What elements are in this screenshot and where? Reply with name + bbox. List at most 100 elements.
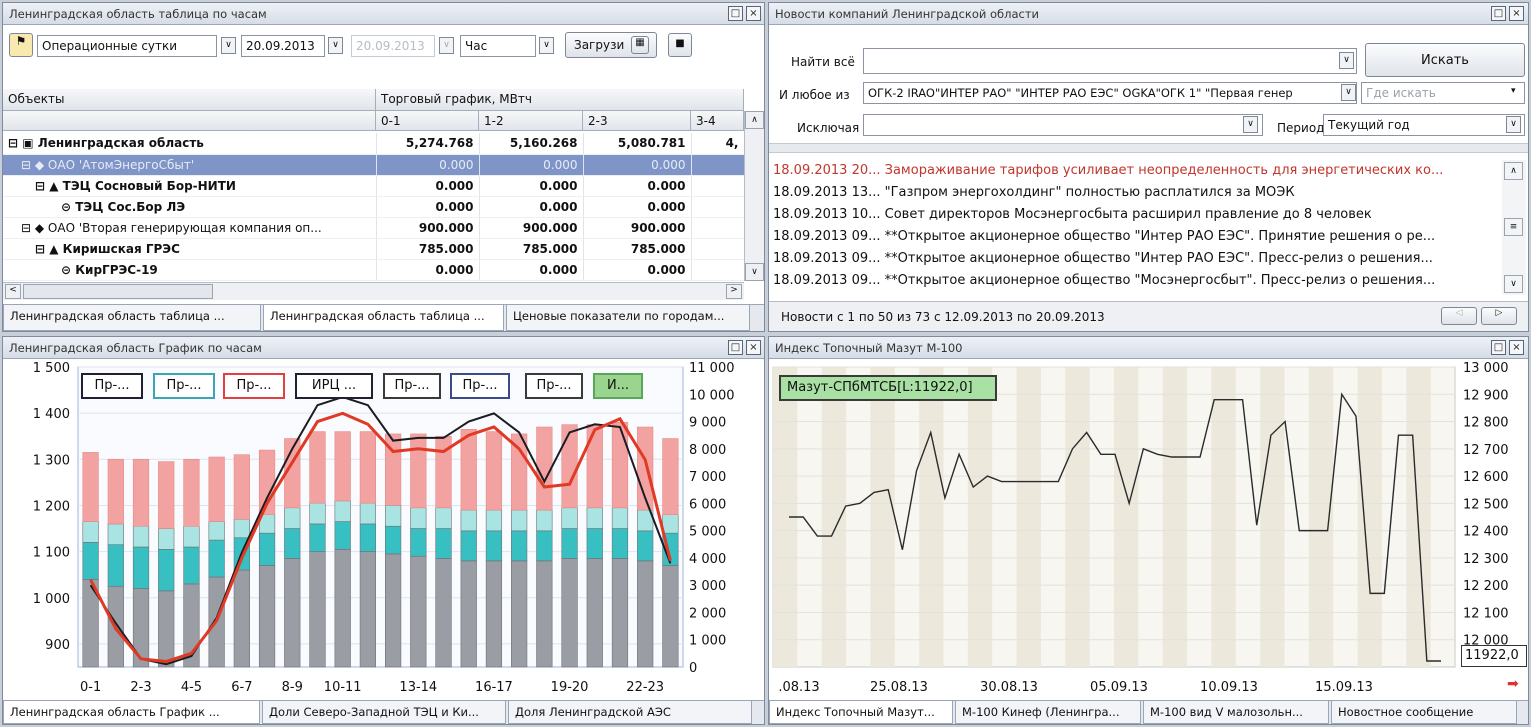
- tree-toggle-icon[interactable]: ⊟: [35, 242, 49, 256]
- tab-table-2[interactable]: Ленинградская область таблица ...: [263, 305, 504, 331]
- table-row[interactable]: ⊟ ◆ ОАО 'Вторая генерирующая компания оп…: [3, 217, 744, 239]
- date-from-field[interactable]: 20.09.2013: [241, 35, 325, 57]
- tab-kinef[interactable]: М-100 Кинеф (Ленингра...: [955, 701, 1141, 724]
- col-hour-1[interactable]: 1-2: [479, 111, 583, 131]
- news-item[interactable]: 18.09.2013 10... Совет директоров Мосэне…: [773, 207, 1489, 222]
- tab-prices[interactable]: Ценовые показатели по городам...: [506, 305, 750, 331]
- bar-segment: [359, 431, 377, 504]
- restore-icon[interactable]: □: [1491, 340, 1506, 355]
- scroll-thumb[interactable]: ≡: [1504, 218, 1523, 236]
- news-item[interactable]: 18.09.2013 09... **Открытое акционерное …: [773, 273, 1489, 288]
- splitter[interactable]: [769, 143, 1528, 153]
- tree-toggle-icon[interactable]: ⊟: [21, 158, 35, 172]
- search-button[interactable]: Искать: [1365, 43, 1525, 77]
- close-icon[interactable]: ×: [746, 340, 761, 355]
- col-hour-3[interactable]: 3-4: [691, 111, 744, 131]
- legend-item[interactable]: Пр-...: [383, 373, 441, 399]
- any-of-label: И любое из: [779, 88, 850, 102]
- tab-share-aes[interactable]: Доля Ленинградской АЭС: [508, 701, 752, 724]
- y2-tick-label: 6 000: [689, 497, 726, 512]
- export-icon[interactable]: ➡: [1507, 677, 1525, 691]
- legend-item[interactable]: Пр-...: [525, 373, 583, 399]
- table-row[interactable]: ⊟ ▣ Ленинградская область 5,274.768 5,160.…: [3, 133, 744, 155]
- tab-index[interactable]: Индекс Топочный Мазут...: [769, 701, 953, 724]
- legend-item[interactable]: Пр-...: [450, 373, 510, 399]
- restore-icon[interactable]: □: [728, 340, 743, 355]
- table-row[interactable]: ⊝ КирГРЭС-19 0.000 0.000 0.000: [3, 259, 744, 281]
- stop-icon[interactable]: ■: [668, 33, 692, 57]
- col-objects[interactable]: Объекты: [3, 89, 376, 111]
- col-group[interactable]: Торговый график, МВтч: [376, 89, 744, 111]
- where-select[interactable]: Где искать: [1361, 82, 1525, 104]
- index-panel-title: Индекс Топочный Мазут М-100: [769, 337, 1528, 359]
- restore-icon[interactable]: □: [728, 6, 743, 21]
- tab-news-message[interactable]: Новостное сообщение: [1331, 701, 1517, 724]
- bar-segment: [208, 456, 225, 522]
- exclude-input[interactable]: [863, 114, 1263, 136]
- restore-icon[interactable]: □: [1491, 6, 1506, 21]
- close-icon[interactable]: ×: [1509, 6, 1524, 21]
- close-icon[interactable]: ×: [746, 6, 761, 21]
- chevron-down-icon[interactable]: ▾: [1511, 86, 1516, 96]
- horizontal-scrollbar[interactable]: < >: [3, 282, 744, 300]
- bar-segment: [561, 528, 578, 559]
- col-hour-0[interactable]: 0-1: [376, 111, 479, 131]
- table-row[interactable]: ⊟ ▲ ТЭЦ Сосновый Бор-НИТИ 0.000 0.000 0.000: [3, 175, 744, 197]
- close-icon[interactable]: ×: [1509, 340, 1524, 355]
- col-hour-2[interactable]: 2-3: [583, 111, 691, 131]
- legend-item[interactable]: И...: [593, 373, 643, 399]
- table-row[interactable]: ⊟ ◆ ОАО 'АтомЭнергоСбыт' 0.000 0.000 0.000: [3, 154, 744, 176]
- chevron-down-icon[interactable]: ∨: [328, 37, 343, 54]
- period-select[interactable]: Операционные сутки: [37, 35, 217, 57]
- find-all-input[interactable]: [863, 48, 1357, 74]
- granularity-select[interactable]: Час: [460, 35, 536, 57]
- news-item[interactable]: 18.09.2013 20... Замораживание тарифов у…: [773, 163, 1489, 178]
- chevron-down-icon[interactable]: ∨: [221, 37, 236, 54]
- y-tick-label: 12 800: [1463, 416, 1509, 431]
- tree-toggle-icon[interactable]: ⊟: [35, 179, 49, 193]
- news-item[interactable]: 18.09.2013 09... **Открытое акционерное …: [773, 229, 1489, 244]
- y-tick-label: 1 200: [33, 499, 70, 514]
- bar-segment: [208, 539, 225, 578]
- news-item[interactable]: 18.09.2013 13... "Газпром энергохолдинг"…: [773, 185, 1489, 200]
- legend-item[interactable]: Пр-...: [223, 373, 285, 399]
- chevron-down-icon[interactable]: ∨: [1506, 116, 1521, 133]
- chevron-down-icon[interactable]: ∨: [539, 37, 554, 54]
- bar-segment: [536, 426, 553, 511]
- bar-segment: [107, 459, 124, 525]
- legend-item[interactable]: ИРЦ ...: [295, 373, 373, 399]
- scroll-thumb[interactable]: [23, 284, 213, 299]
- tab-table-1[interactable]: Ленинградская область таблица ...: [3, 305, 261, 331]
- any-of-input[interactable]: ОГК-2 IRAO"ИНТЕР РАО" "ИНТЕР РАО ЕЭС" OG…: [863, 82, 1357, 104]
- tab-chart-hours[interactable]: Ленинградская область График ...: [3, 701, 260, 724]
- next-page-icon[interactable]: ▷: [1481, 307, 1517, 325]
- tree-toggle-icon[interactable]: ⊟: [21, 221, 35, 235]
- table-row[interactable]: ⊝ ТЭЦ Сос.Бор ЛЭ 0.000 0.000 0.000: [3, 196, 744, 218]
- prev-page-icon[interactable]: ◁: [1441, 307, 1477, 325]
- scroll-down-icon[interactable]: ∨: [1504, 275, 1523, 293]
- bar-segment: [410, 528, 427, 557]
- tab-low-ash[interactable]: М-100 вид V малозольн...: [1143, 701, 1329, 724]
- period-select[interactable]: Текущий год: [1323, 114, 1525, 136]
- chevron-down-icon[interactable]: ∨: [1339, 52, 1354, 69]
- legend-item[interactable]: Пр-...: [153, 373, 215, 399]
- tab-shares-tec[interactable]: Доли Северо-Западной ТЭЦ и Ки...: [262, 701, 506, 724]
- chevron-down-icon[interactable]: ∨: [1341, 84, 1356, 101]
- news-item[interactable]: 18.09.2013 09... **Открытое акционерное …: [773, 251, 1489, 266]
- table-row[interactable]: ⊟ ▲ Киришская ГРЭС 785.000 785.000 785.000: [3, 238, 744, 260]
- tree-toggle-icon[interactable]: ⊟: [8, 136, 22, 150]
- chevron-down-icon[interactable]: ∨: [1243, 116, 1258, 133]
- calculator-icon[interactable]: ▦: [631, 36, 649, 54]
- scroll-down-icon[interactable]: ∨: [745, 263, 764, 281]
- scroll-right-icon[interactable]: >: [726, 284, 742, 299]
- settings-icon[interactable]: ⚑: [9, 33, 33, 57]
- bar-segment: [460, 429, 477, 511]
- legend-item[interactable]: Пр-...: [81, 373, 143, 399]
- scroll-left-icon[interactable]: <: [5, 284, 21, 299]
- scroll-up-icon[interactable]: ∧: [1504, 162, 1523, 180]
- vertical-scrollbar[interactable]: ∧ ∨: [744, 111, 764, 281]
- news-scrollbar[interactable]: ∧ ≡ ∨: [1502, 160, 1526, 295]
- bar-segment: [435, 528, 452, 559]
- bar-segment: [233, 454, 250, 520]
- scroll-up-icon[interactable]: ∧: [745, 111, 764, 129]
